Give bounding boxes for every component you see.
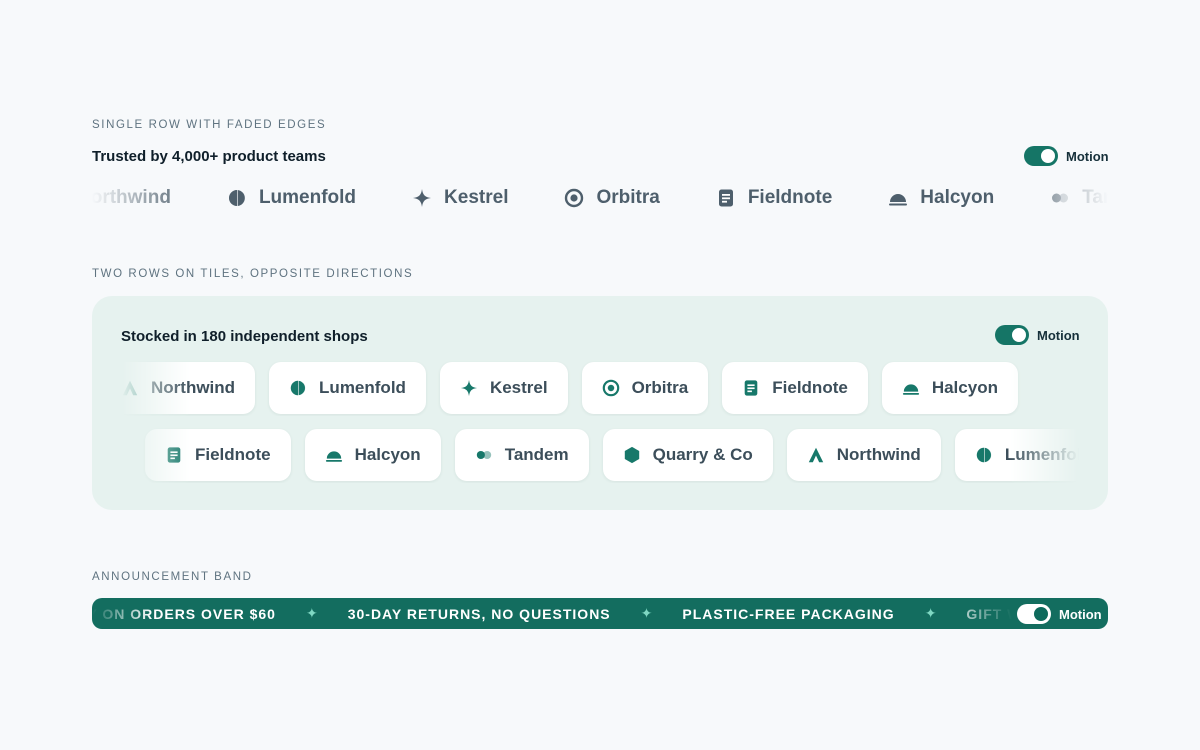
logo-marquee: Northwind Lumenfold Kestrel Orbitra Fieldnot…: [92, 176, 1108, 220]
logo-name: Fieldnote: [772, 378, 848, 397]
logo-name: Northwind: [92, 187, 171, 208]
motion-toggle-label: Motion: [1059, 606, 1102, 622]
motion-toggle-section3[interactable]: Motion: [1017, 604, 1102, 624]
sparkle-icon: [460, 379, 478, 397]
section-label-two-rows: TWO ROWS ON TILES, OPPOSITE DIRECTIONS: [92, 268, 414, 280]
dome-icon: [325, 446, 343, 464]
logo-halcyon: Halcyon: [888, 187, 994, 209]
logo-name: Lumenfold: [319, 378, 406, 397]
document-icon: [742, 379, 760, 397]
logo-name: Lumenfold: [258, 187, 357, 208]
mountain-icon: [121, 379, 139, 397]
logo-name: Tandem: [1082, 187, 1108, 208]
dome-icon: [888, 188, 908, 208]
logo-orbitra: Orbitra: [581, 362, 709, 414]
logo-name: Fieldnote: [195, 445, 271, 464]
announcement-item: FREE DELIVERY ON ORDERS OVER $60: [92, 605, 276, 622]
sparkle-icon: ✦: [640, 605, 653, 621]
logo-halcyon: Halcyon: [304, 429, 441, 481]
logo-halcyon: Halcyon: [881, 362, 1018, 414]
announcement-marquee: FREE DELIVERY ON ORDERS OVER $60 ✦ 30-DAY …: [92, 598, 1012, 629]
sparkle-icon: ✦: [305, 605, 318, 621]
logo-kestrel: Kestrel: [439, 362, 568, 414]
logo-tandem: Tandem: [1050, 187, 1108, 209]
motion-toggle-section2[interactable]: Motion: [995, 325, 1080, 345]
motion-switch[interactable]: [1017, 604, 1051, 624]
tile-row-top-track: Northwind Lumenfold Kestrel Orbitra Fieldnot…: [121, 362, 1032, 414]
logo-tandem: Tandem: [454, 429, 589, 481]
mountain-icon: [807, 446, 825, 464]
motion-switch[interactable]: [995, 325, 1029, 345]
logo-name: Fieldnote: [747, 187, 833, 208]
ring-icon: [564, 188, 584, 208]
half-circle-icon: [975, 446, 993, 464]
tile-row-bottom: Fieldnote Halcyon Tandem Quarry & Co Northwi…: [121, 427, 1079, 483]
announcement-item: PLASTIC-FREE PACKAGING: [682, 605, 895, 622]
ring-icon: [602, 379, 620, 397]
logo-name: Orbitra: [631, 378, 689, 397]
announcement-band: FREE DELIVERY ON ORDERS OVER $60 ✦ 30-DAY …: [92, 598, 1108, 629]
announcement-item: GIFT WRAPPING AVAILABLE: [966, 605, 1012, 622]
logo-northwind: Northwind: [786, 429, 941, 481]
logo-name: Tandem: [504, 445, 569, 464]
sparkle-icon: ✦: [924, 605, 937, 621]
tiles-panel: Stocked in 180 independent shops Motion …: [92, 296, 1108, 510]
motion-toggle-label: Motion: [1066, 148, 1109, 164]
logo-kestrel: Kestrel: [412, 187, 508, 209]
half-circle-icon: [227, 188, 247, 208]
logo-name: Kestrel: [444, 187, 509, 208]
dome-icon: [902, 379, 920, 397]
logo-name: Kestrel: [489, 378, 548, 397]
half-circle-icon: [289, 379, 307, 397]
tile-row-bottom-track: Fieldnote Halcyon Tandem Quarry & Co Northwi…: [145, 429, 1079, 481]
logo-name: Lumenfold: [1004, 445, 1079, 464]
twin-dots-icon: [1050, 188, 1070, 208]
logo-name: Halcyon: [354, 445, 421, 464]
motion-toggle-label: Motion: [1037, 327, 1080, 343]
logo-name: Northwind: [151, 378, 236, 397]
section-label-single-row: SINGLE ROW WITH FADED EDGES: [92, 119, 327, 131]
document-icon: [716, 188, 736, 208]
tile-row-top: Northwind Lumenfold Kestrel Orbitra Fieldnot…: [121, 360, 1079, 416]
hexagon-icon: [623, 446, 641, 464]
logo-quarry-co: Quarry & Co: [602, 429, 773, 481]
logo-lumenfold: Lumenfold: [227, 187, 356, 209]
announcement-item: 30-DAY RETURNS, NO QUESTIONS: [347, 605, 611, 622]
logo-northwind: Northwind: [121, 362, 256, 414]
logo-orbitra: Orbitra: [564, 187, 660, 209]
twin-dots-icon: [475, 446, 493, 464]
logo-name: Halcyon: [920, 187, 995, 208]
sparkle-icon: [412, 188, 432, 208]
logo-fieldnote: Fieldnote: [722, 362, 868, 414]
logo-fieldnote: Fieldnote: [145, 429, 291, 481]
document-icon: [165, 446, 183, 464]
logo-lumenfold: Lumenfold: [269, 362, 426, 414]
logo-name: Quarry & Co: [652, 445, 753, 464]
logo-fieldnote: Fieldnote: [716, 187, 832, 209]
motion-toggle-section1[interactable]: Motion: [1024, 146, 1109, 166]
logo-name: Orbitra: [596, 187, 660, 208]
section-headline-trusted: Trusted by 4,000+ product teams: [92, 148, 326, 165]
logo-name: Northwind: [836, 445, 921, 464]
logo-lumenfold: Lumenfold: [954, 429, 1079, 481]
logo-marquee-track: Northwind Lumenfold Kestrel Orbitra Fieldnot…: [92, 176, 1108, 220]
logo-northwind: Northwind: [92, 187, 171, 209]
motion-switch[interactable]: [1024, 146, 1058, 166]
announcement-marquee-track: FREE DELIVERY ON ORDERS OVER $60 ✦ 30-DAY …: [92, 598, 1012, 629]
section-headline-stocked: Stocked in 180 independent shops: [121, 328, 368, 345]
section-label-announcement: ANNOUNCEMENT BAND: [92, 571, 253, 583]
logo-name: Halcyon: [931, 378, 998, 397]
